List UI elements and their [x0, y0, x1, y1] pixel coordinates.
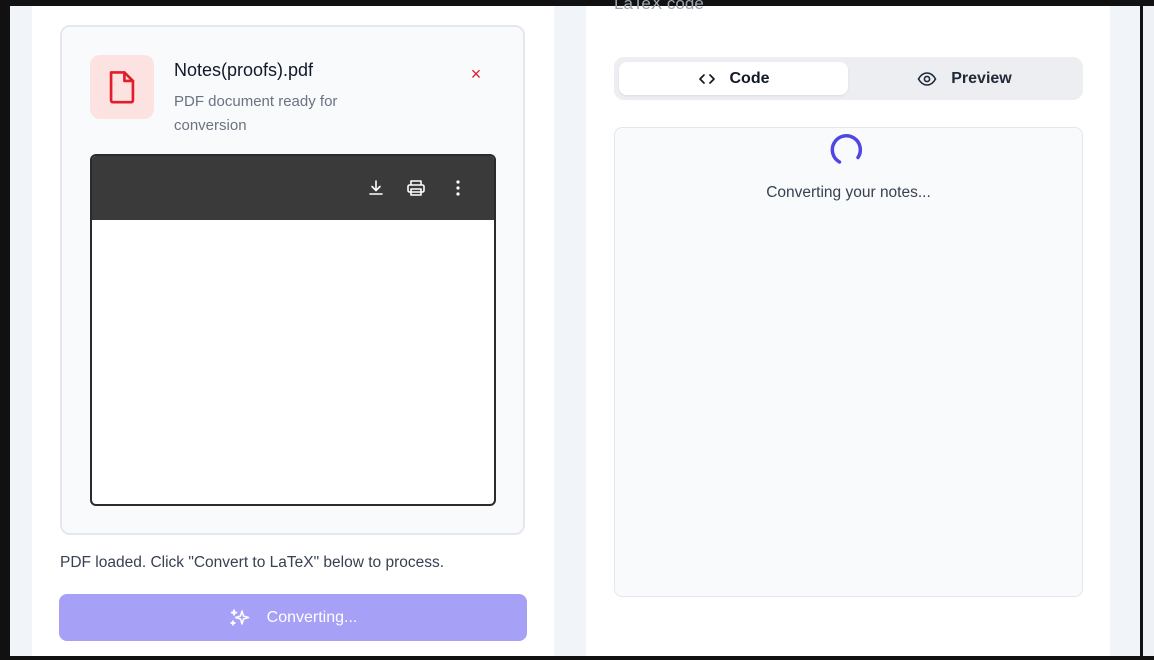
download-button[interactable] — [364, 176, 388, 200]
more-options-button[interactable] — [446, 176, 470, 200]
download-icon — [369, 180, 383, 195]
code-icon — [698, 73, 715, 84]
remove-file-button[interactable]: × — [466, 62, 486, 86]
file-icon-tile — [90, 55, 154, 119]
file-name: Notes(proofs).pdf — [174, 60, 314, 80]
loading-message: Converting your notes... — [766, 184, 931, 201]
file-status-subtitle: PDF document ready for conversion — [174, 93, 338, 134]
convert-button[interactable]: Converting... — [59, 594, 527, 641]
eye-icon — [917, 71, 937, 86]
pdf-viewer[interactable] — [90, 154, 496, 506]
pdf-toolbar — [92, 156, 494, 220]
print-button[interactable] — [404, 176, 428, 200]
status-message: PDF loaded. Click "Convert to LaTeX" bel… — [60, 554, 445, 571]
print-icon — [407, 180, 425, 196]
section-heading: LaTeX code — [614, 0, 704, 13]
tab-code[interactable]: Code — [619, 62, 848, 95]
loading-spinner-icon — [830, 134, 863, 164]
convert-button-label: Converting... — [266, 608, 358, 626]
window-frame-right — [1140, 0, 1143, 660]
window-frame-bottom — [0, 656, 1154, 660]
file-icon — [109, 71, 135, 104]
tab-code-label: Code — [729, 69, 770, 87]
tab-preview-label: Preview — [951, 69, 1012, 87]
window-frame-left — [0, 0, 10, 660]
sparkles-icon — [229, 608, 249, 626]
tab-preview[interactable]: Preview — [850, 62, 1079, 95]
more-vertical-icon — [456, 180, 460, 196]
